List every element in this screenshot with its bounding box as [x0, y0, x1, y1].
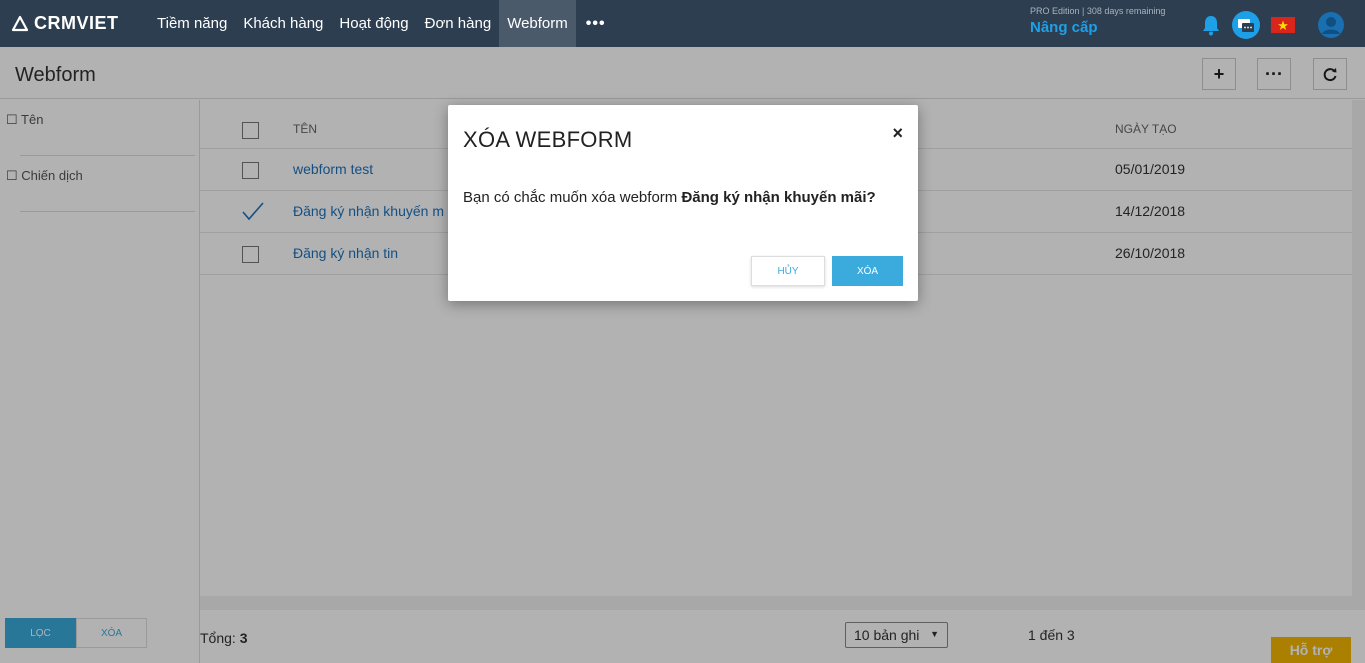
bell-icon[interactable]: [1201, 14, 1221, 36]
logo-text: CRMVIET: [34, 13, 119, 33]
nav-item-activities[interactable]: Hoạt động: [331, 0, 416, 47]
logo-icon: [11, 15, 29, 31]
nav-item-leads[interactable]: Tiềm năng: [149, 0, 235, 47]
confirm-delete-button[interactable]: XÓA: [832, 256, 903, 286]
edition-info: PRO Edition | 308 days remaining Nâng cấ…: [1030, 6, 1165, 36]
dialog-message: Bạn có chắc muốn xóa webform Đăng ký nhậ…: [463, 189, 876, 206]
top-navbar: CRMVIET Tiềm năng Khách hàng Hoạt động Đ…: [0, 0, 1365, 47]
close-icon[interactable]: ×: [892, 123, 903, 144]
vietnam-flag-icon[interactable]: [1271, 17, 1295, 33]
upgrade-link[interactable]: Nâng cấp: [1030, 19, 1165, 36]
top-icons: [1191, 10, 1345, 40]
dialog-item-name: Đăng ký nhận khuyến mãi?: [681, 189, 876, 206]
logo[interactable]: CRMVIET: [11, 13, 149, 34]
edition-text: PRO Edition | 308 days remaining: [1030, 6, 1166, 16]
nav-item-webform[interactable]: Webform: [499, 0, 576, 47]
chat-icon[interactable]: [1231, 10, 1261, 40]
delete-webform-dialog: XÓA WEBFORM × Bạn có chắc muốn xóa webfo…: [448, 105, 918, 301]
dialog-message-text: Bạn có chắc muốn xóa webform: [463, 189, 682, 206]
nav-item-customers[interactable]: Khách hàng: [235, 0, 331, 47]
user-avatar-icon[interactable]: [1317, 11, 1345, 39]
cancel-button[interactable]: HỦY: [751, 256, 825, 286]
nav-item-orders[interactable]: Đơn hàng: [417, 0, 500, 47]
nav-more-button[interactable]: •••: [576, 15, 616, 33]
dialog-title: XÓA WEBFORM: [463, 127, 633, 152]
main-nav: Tiềm năng Khách hàng Hoạt động Đơn hàng …: [149, 0, 616, 47]
